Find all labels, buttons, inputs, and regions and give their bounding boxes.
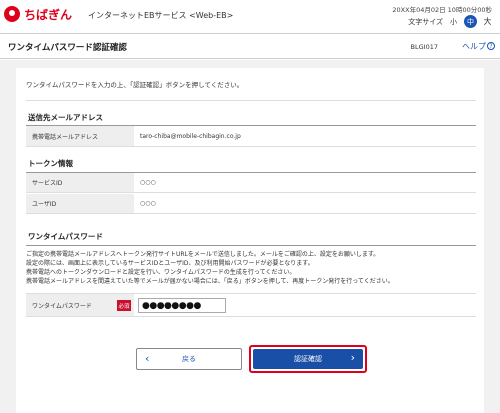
section-rule — [26, 245, 476, 246]
logo-text: ちばぎん — [24, 8, 73, 22]
page-title: ワンタイムパスワード認証確認 — [8, 43, 127, 53]
screen-id: BLGI017 — [410, 43, 438, 51]
font-size-large-button[interactable]: 大 — [481, 15, 494, 28]
notice-line: 携帯電話メールアドレスを間違えていた等でメールが届かない場合には、「戻る」ボタン… — [26, 278, 394, 285]
otp-row: ワンタイムパスワード 必須 — [26, 293, 476, 317]
notice-line: 設定の際には、画面上に表示しているサービスIDとユーザID、及び利用開始パスワー… — [26, 260, 314, 267]
help-icon[interactable]: ? — [487, 42, 495, 50]
email-label: 携帯電話メールアドレス — [26, 126, 134, 146]
user-id-label: ユーザID — [26, 194, 134, 213]
font-size-label: 文字サイズ — [408, 17, 443, 26]
notice-line: ご指定の携帯電話メールアドレスへトークン発行サイトURLをメールで送信しました。… — [26, 251, 380, 258]
section-title-otp: ワンタイムパスワード — [28, 232, 103, 241]
email-row: 携帯電話メールアドレス taro-chiba@mobile-chibagin.c… — [26, 126, 476, 147]
service-name: インターネットEBサービス <Web-EB> — [88, 11, 234, 20]
confirm-button-label: 認証確認 — [294, 355, 322, 363]
title-bar: ワンタイムパスワード認証確認 BLGI017 ヘルプ ? — [0, 33, 500, 59]
back-button-label: 戻る — [182, 355, 196, 363]
header: ちばぎん インターネットEBサービス <Web-EB> 20XX年04月02日 … — [0, 0, 500, 32]
back-button[interactable]: ‹ 戻る — [136, 348, 242, 370]
otp-notice: ご指定の携帯電話メールアドレスへトークン発行サイトURLをメールで送信しました。… — [26, 250, 476, 286]
otp-input[interactable] — [138, 298, 226, 313]
user-id-value: ○○○ — [140, 200, 156, 207]
chevron-right-icon: › — [350, 351, 355, 364]
section-title-email: 送信先メールアドレス — [28, 113, 103, 122]
service-id-row: サービスID ○○○ — [26, 173, 476, 193]
email-value: taro-chiba@mobile-chibagin.co.jp — [140, 132, 241, 140]
confirm-button[interactable]: 認証確認 › — [253, 349, 363, 369]
font-size-small-button[interactable]: 小 — [447, 15, 460, 28]
chevron-left-icon: ‹ — [145, 352, 150, 365]
divider — [26, 100, 476, 101]
required-badge: 必須 — [117, 300, 131, 311]
notice-line: 携帯電話へのトークンダウンロードと設定を行い、ワンタイムパスワードの生成を行って… — [26, 269, 296, 276]
chibagin-logo-icon — [4, 6, 20, 22]
font-size-switcher: 文字サイズ 小 中 大 — [408, 15, 494, 28]
intro-text: ワンタイムパスワードを入力の上、「認証確認」ボタンを押してください。 — [26, 81, 244, 89]
user-id-row: ユーザID ○○○ — [26, 194, 476, 214]
section-title-token: トークン情報 — [28, 159, 73, 168]
font-size-medium-button[interactable]: 中 — [464, 15, 477, 28]
help-link[interactable]: ヘルプ — [462, 41, 486, 52]
service-id-value: ○○○ — [140, 179, 156, 186]
service-id-label: サービスID — [26, 173, 134, 192]
datetime: 20XX年04月02日 10時00分00秒 — [392, 6, 492, 14]
